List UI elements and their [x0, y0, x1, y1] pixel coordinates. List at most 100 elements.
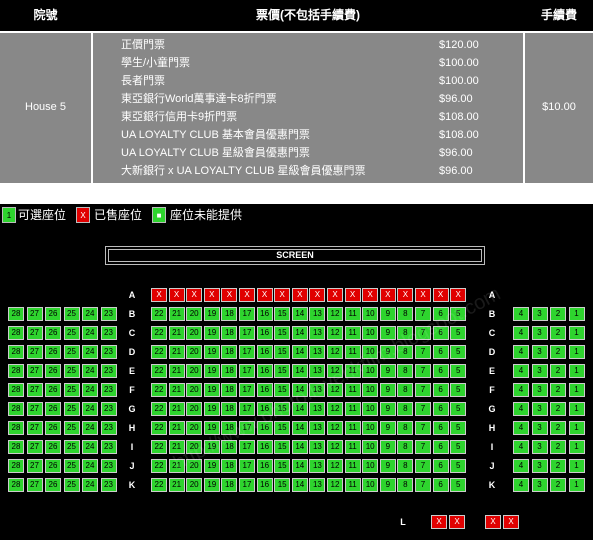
seat-available[interactable]: 13	[309, 478, 326, 492]
seat-available[interactable]: 22	[151, 326, 167, 340]
seat-available[interactable]: 17	[239, 383, 255, 397]
seat-available[interactable]: 15	[274, 440, 291, 454]
seat-available[interactable]: 3	[531, 440, 548, 454]
seat-available[interactable]: 10	[362, 383, 379, 397]
seat-available[interactable]: 27	[26, 383, 43, 397]
seat-available[interactable]: 7	[415, 402, 431, 416]
seat-available[interactable]: 22	[151, 364, 167, 378]
seat-available[interactable]: 28	[8, 364, 24, 378]
seat-available[interactable]: 7	[415, 478, 431, 492]
seat-available[interactable]: 9	[379, 307, 396, 321]
seat-available[interactable]: 5	[450, 459, 467, 473]
seat-available[interactable]: 6	[432, 402, 449, 416]
seat-available[interactable]: 2	[550, 383, 566, 397]
seat-available[interactable]: 4	[513, 459, 529, 473]
seat-available[interactable]: 25	[63, 402, 80, 416]
seat-available[interactable]: 11	[344, 459, 361, 473]
seat-available[interactable]: 21	[168, 383, 185, 397]
seat-available[interactable]: 12	[327, 307, 343, 321]
seat-available[interactable]: 3	[531, 345, 548, 359]
seat-available[interactable]: 6	[432, 364, 449, 378]
seat-available[interactable]: 25	[63, 383, 80, 397]
seat-available[interactable]: 19	[203, 364, 220, 378]
seat-available[interactable]: 16	[256, 307, 273, 321]
seat-available[interactable]: 2	[550, 421, 566, 435]
seat-available[interactable]: 24	[82, 345, 98, 359]
seat-available[interactable]: 6	[432, 383, 449, 397]
seat-available[interactable]: 10	[362, 440, 379, 454]
seat-available[interactable]: 24	[82, 478, 98, 492]
seat-available[interactable]: 18	[221, 326, 238, 340]
seat-available[interactable]: 12	[327, 326, 343, 340]
seat-available[interactable]: 12	[327, 421, 343, 435]
seat-available[interactable]: 3	[531, 364, 548, 378]
seat-available[interactable]: 27	[26, 364, 43, 378]
seat-available[interactable]: 16	[256, 326, 273, 340]
seat-available[interactable]: 2	[550, 459, 566, 473]
seat-available[interactable]: 21	[168, 478, 185, 492]
seat-available[interactable]: 26	[45, 307, 61, 321]
seat-available[interactable]: 27	[26, 402, 43, 416]
seat-available[interactable]: 3	[531, 383, 548, 397]
seat-available[interactable]: 22	[151, 440, 167, 454]
seat-available[interactable]: 20	[186, 478, 203, 492]
seat-available[interactable]: 3	[531, 307, 548, 321]
seat-available[interactable]: 9	[379, 459, 396, 473]
seat-available[interactable]: 4	[513, 326, 529, 340]
seat-available[interactable]: 24	[82, 421, 98, 435]
seat-available[interactable]: 18	[221, 383, 238, 397]
seat-available[interactable]: 4	[513, 478, 529, 492]
seat-available[interactable]: 18	[221, 345, 238, 359]
seat-available[interactable]: 9	[379, 478, 396, 492]
seat-available[interactable]: 1	[568, 383, 585, 397]
seat-available[interactable]: 4	[513, 383, 529, 397]
seat-available[interactable]: 17	[239, 478, 255, 492]
seat-available[interactable]: 1	[568, 440, 585, 454]
seat-available[interactable]: 1	[568, 459, 585, 473]
seat-available[interactable]: 23	[100, 345, 117, 359]
seat-available[interactable]: 20	[186, 307, 203, 321]
seat-available[interactable]: 16	[256, 459, 273, 473]
seat-available[interactable]: 1	[568, 345, 585, 359]
seat-available[interactable]: 14	[291, 326, 308, 340]
seat-available[interactable]: 11	[344, 402, 361, 416]
seat-available[interactable]: 25	[63, 364, 80, 378]
seat-available[interactable]: 3	[531, 402, 548, 416]
seat-available[interactable]: 23	[100, 459, 117, 473]
seat-available[interactable]: 6	[432, 421, 449, 435]
seat-available[interactable]: 5	[450, 478, 467, 492]
seat-available[interactable]: 11	[344, 326, 361, 340]
seat-available[interactable]: 14	[291, 421, 308, 435]
seat-available[interactable]: 26	[45, 440, 61, 454]
seat-available[interactable]: 20	[186, 326, 203, 340]
seat-available[interactable]: 23	[100, 402, 117, 416]
seat-available[interactable]: 4	[513, 421, 529, 435]
seat-available[interactable]: 24	[82, 459, 98, 473]
seat-available[interactable]: 9	[379, 440, 396, 454]
seat-available[interactable]: 15	[274, 345, 291, 359]
seat-available[interactable]: 28	[8, 459, 24, 473]
seat-available[interactable]: 15	[274, 307, 291, 321]
seat-available[interactable]: 21	[168, 326, 185, 340]
seat-available[interactable]: 7	[415, 383, 431, 397]
seat-available[interactable]: 12	[327, 478, 343, 492]
seat-available[interactable]: 2	[550, 402, 566, 416]
seat-available[interactable]: 6	[432, 478, 449, 492]
seat-available[interactable]: 23	[100, 326, 117, 340]
seat-available[interactable]: 18	[221, 478, 238, 492]
seat-available[interactable]: 2	[550, 307, 566, 321]
seat-available[interactable]: 28	[8, 345, 24, 359]
seat-available[interactable]: 11	[344, 440, 361, 454]
seat-available[interactable]: 20	[186, 421, 203, 435]
seat-available[interactable]: 25	[63, 421, 80, 435]
seat-available[interactable]: 7	[415, 459, 431, 473]
seat-available[interactable]: 8	[397, 402, 414, 416]
seat-available[interactable]: 22	[151, 459, 167, 473]
seat-available[interactable]: 2	[550, 345, 566, 359]
seat-available[interactable]: 19	[203, 307, 220, 321]
seat-available[interactable]: 1	[568, 307, 585, 321]
seat-available[interactable]: 11	[344, 307, 361, 321]
seat-available[interactable]: 8	[397, 459, 414, 473]
seat-available[interactable]: 22	[151, 402, 167, 416]
seat-available[interactable]: 26	[45, 459, 61, 473]
